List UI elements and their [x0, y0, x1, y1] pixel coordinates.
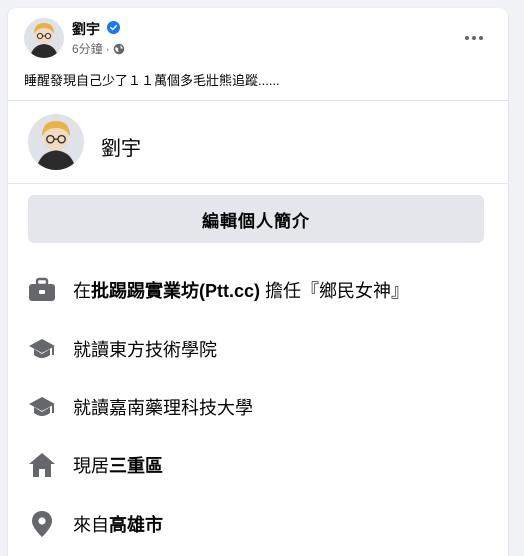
info-row-work: 在批踢踢實業坊(Ptt.cc) 擔任『鄉民女神』	[28, 272, 498, 308]
edit-bio-button[interactable]: 編輯個人簡介	[28, 195, 484, 243]
divider	[8, 183, 508, 184]
graduation-cap-icon	[28, 335, 56, 363]
more-options-icon[interactable]	[462, 26, 486, 50]
post-card: 劉宇 6分鐘 · 睡醒發現自己少了１１萬個多毛壯熊追蹤...... 劉宇 編輯個…	[8, 8, 508, 556]
location-pin-icon	[28, 510, 56, 538]
profile-avatar[interactable]	[28, 114, 84, 170]
post-meta: 6分鐘 ·	[72, 40, 125, 57]
info-text-school-1: 就讀東方技術學院	[73, 340, 217, 360]
info-text-school-2: 就讀嘉南藥理科技大學	[73, 398, 253, 418]
hometown-link[interactable]: 高雄市	[109, 515, 163, 535]
author-name[interactable]: 劉宇	[72, 19, 100, 39]
post-text: 睡醒發現自己少了１１萬個多毛壯熊追蹤......	[24, 73, 280, 88]
info-row-current-city: 現居三重區	[28, 447, 498, 483]
profile-header: 劉宇	[8, 101, 508, 181]
graduation-cap-icon	[28, 393, 56, 421]
workplace-link[interactable]: 批踢踢實業坊(Ptt.cc)	[91, 281, 260, 301]
profile-name[interactable]: 劉宇	[101, 132, 141, 161]
current-city-link[interactable]: 三重區	[109, 456, 163, 476]
post-header: 劉宇 6分鐘 ·	[8, 8, 508, 68]
verified-badge-icon	[107, 21, 120, 34]
profile-intro-card: 劉宇 編輯個人簡介 在批踢踢實業坊(Ptt.cc) 擔任『鄉民女神』 就讀東方技…	[8, 101, 508, 556]
info-row-school-2: 就讀嘉南藥理科技大學	[28, 389, 498, 425]
briefcase-icon	[28, 276, 56, 304]
meta-separator: ·	[105, 41, 110, 56]
info-text-current-city: 現居三重區	[73, 456, 163, 476]
author-avatar[interactable]	[24, 18, 64, 58]
post-time[interactable]: 6分鐘	[72, 40, 103, 57]
info-row-school-1: 就讀東方技術學院	[28, 331, 498, 367]
info-text-work: 在批踢踢實業坊(Ptt.cc) 擔任『鄉民女神』	[73, 281, 410, 301]
info-text-hometown: 來自高雄市	[73, 515, 163, 535]
info-row-hometown: 來自高雄市	[28, 506, 498, 542]
globe-icon[interactable]	[113, 43, 125, 55]
home-icon	[28, 451, 56, 479]
